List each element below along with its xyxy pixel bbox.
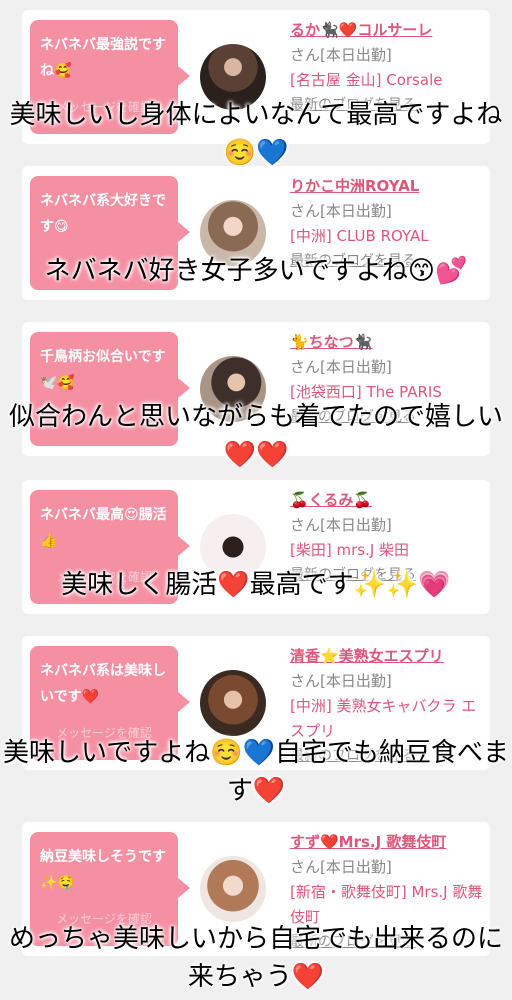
overlay-caption: 美味しく腸活❤️最高です✨✨💗	[61, 570, 451, 600]
message-text: ネバネバ系は美味しいです❤️	[40, 663, 166, 705]
cast-name-link[interactable]: るか🐈‍⬛❤️コルサーレ	[290, 21, 432, 39]
shop-link[interactable]: [柴田] mrs.J 柴田	[290, 538, 486, 563]
message-text: 納豆美味しそうです✨🤤	[40, 849, 166, 891]
message-text: ネバネバ系大好きです😋	[40, 193, 166, 235]
message-text: ネバネバ最強説ですね🥰	[40, 37, 166, 79]
avatar[interactable]	[200, 856, 266, 922]
cast-name-link[interactable]: 🍒くるみ🍒	[290, 491, 372, 509]
cast-name-link[interactable]: 清香⭐美熟女エスプリ	[290, 647, 444, 665]
cast-name-link[interactable]: すず❤️Mrs.J 歌舞伎町	[290, 833, 446, 851]
attendance-status: さん[本日出勤]	[290, 858, 392, 876]
attendance-status: さん[本日出勤]	[290, 202, 392, 220]
overlay-caption: めっちゃ美味しいから自宅でも出来るのに来ちゃう❤️	[8, 924, 503, 992]
attendance-status: さん[本日出勤]	[290, 46, 392, 64]
cast-name-link[interactable]: 🐈ちなつ🐈‍⬛	[290, 333, 372, 351]
overlay-caption: 美味しいし身体によいなんて最高ですよね☺️💙	[9, 100, 503, 168]
message-text: ネバネバ最高😍腸活👍	[40, 507, 167, 549]
attendance-status: さん[本日出勤]	[290, 516, 392, 534]
overlay-caption: 似合わんと思いながらも着てたので嬉しい❤️❤️	[8, 402, 503, 470]
overlay-caption: ネバネバ好き女子多いですよね😙💕	[44, 256, 468, 286]
shop-link[interactable]: [名古屋 金山] Corsale	[290, 68, 486, 93]
overlay-caption: 美味しいですよね☺️💙自宅でも納豆食べます❤️	[3, 738, 509, 806]
message-text: 千鳥柄お似合いです🕊️🥰	[40, 349, 166, 391]
avatar[interactable]	[200, 670, 266, 736]
attendance-status: さん[本日出勤]	[290, 358, 392, 376]
shop-link[interactable]: [中洲] CLUB ROYAL	[290, 224, 486, 249]
attendance-status: さん[本日出勤]	[290, 672, 392, 690]
cast-name-link[interactable]: りかこ中洲ROYAL	[290, 177, 419, 195]
